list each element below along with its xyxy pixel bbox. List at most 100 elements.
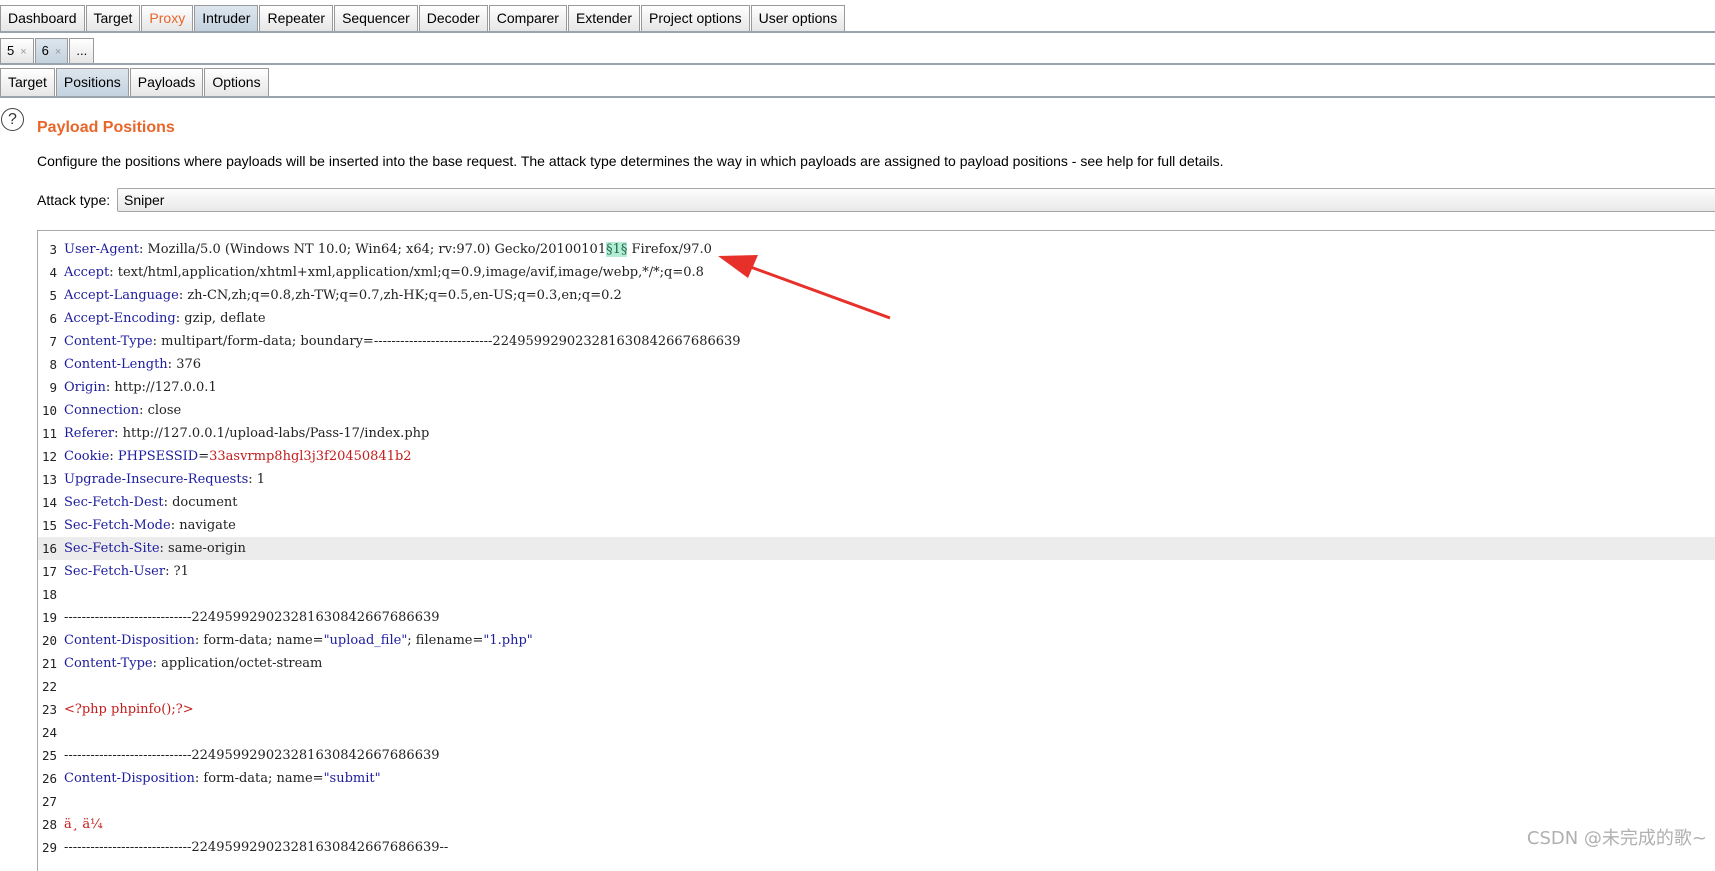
request-line: 6 Accept-Encoding: gzip, deflate (38, 307, 1715, 330)
attack-tab[interactable]: ... (69, 38, 95, 63)
line-number: 12 (41, 449, 57, 464)
header-name: Content-Type (64, 656, 153, 671)
header-separator: : (109, 449, 118, 464)
help-icon[interactable]: ? (1, 108, 24, 131)
tab-options[interactable]: Options (204, 68, 269, 96)
header-value: text/html,application/xhtml+xml,applicat… (117, 265, 704, 280)
attack-tab[interactable]: 6 × (34, 38, 69, 63)
line-number: 16 (41, 541, 57, 556)
body-content: -----------------------------22495992902… (64, 840, 449, 855)
header-value: 127.0.0.1 (104, 231, 166, 234)
request-line: 9 Origin: http://127.0.0.1 (38, 376, 1715, 399)
line-text: Sec-Fetch-Site: same-origin (64, 537, 246, 560)
header-name: Sec-Fetch-Dest (64, 495, 164, 510)
request-line: 23 <?php phpinfo();?> (38, 698, 1715, 721)
header-name: Upgrade-Insecure-Requests (64, 472, 249, 487)
line-text: Sec-Fetch-Dest: document (64, 491, 238, 514)
tab-decoder[interactable]: Decoder (418, 5, 488, 31)
line-number: 24 (41, 725, 57, 740)
header-separator: : (167, 357, 177, 372)
line-number: 23 (41, 702, 57, 717)
tab-proxy[interactable]: Proxy (141, 5, 194, 31)
tab-repeater[interactable]: Repeater (259, 5, 334, 31)
header-separator: : (163, 495, 173, 510)
tab-user-options[interactable]: User options (750, 5, 846, 31)
header-separator: : (139, 403, 148, 418)
tab-extender[interactable]: Extender (567, 5, 640, 31)
request-line: 17 Sec-Fetch-User: ?1 (38, 560, 1715, 583)
header-separator: : (152, 656, 162, 671)
line-number: 2 (38, 231, 57, 238)
header-name: Accept (64, 265, 110, 280)
attack-type-select[interactable]: Sniper (117, 188, 1715, 212)
request-line: 25 -----------------------------224959929… (38, 744, 1715, 767)
line-text: Referer: http://127.0.0.1/upload-labs/Pa… (64, 422, 429, 445)
intruder-tab-bar: Target Positions Payloads Options (0, 68, 1715, 98)
line-text: -----------------------------22495992902… (64, 744, 440, 767)
header-name: Sec-Fetch-Site (64, 541, 160, 556)
request-line: 7 Content-Type: multipart/form-data; boun… (38, 330, 1715, 353)
header-separator: : (152, 334, 162, 349)
quoted-value: "1.php" (483, 633, 533, 648)
header-name: Cookie (64, 449, 110, 464)
attack-tab-label: 5 (7, 43, 15, 58)
header-value: close (147, 403, 182, 418)
body-content: -----------------------------22495992902… (64, 748, 440, 763)
line-text: Origin: http://127.0.0.1 (64, 376, 217, 399)
header-name: Accept-Encoding (64, 311, 176, 326)
request-line: 2 Host: 127.0.0.1 (38, 231, 1715, 238)
request-line: 18 (38, 583, 1715, 606)
tab-intruder[interactable]: Intruder (194, 5, 259, 31)
line-number: 19 (41, 610, 57, 625)
tab-positions[interactable]: Positions (55, 68, 129, 96)
tab-dashboard[interactable]: Dashboard (0, 5, 85, 31)
line-number: 11 (41, 426, 57, 441)
payload-position-marker[interactable]: §1§ (606, 242, 628, 257)
header-separator: : (95, 231, 104, 234)
tab-comparer[interactable]: Comparer (488, 5, 567, 31)
line-number: 17 (41, 564, 57, 579)
attack-tab-label: 6 (41, 43, 49, 58)
body-content: ä¸ ä¼ (64, 817, 107, 832)
request-line: 29 -----------------------------224959929… (38, 836, 1715, 859)
request-line: 26 Content-Disposition: form-data; name="… (38, 767, 1715, 790)
line-number: 4 (49, 265, 57, 280)
header-value: application/octet-stream (161, 656, 323, 671)
header-name: Accept-Language (64, 288, 179, 303)
header-value: 1 (256, 472, 266, 487)
line-text: Cookie: PHPSESSID=33asvrmp8hgl3j3f204508… (64, 445, 412, 468)
header-value: navigate (179, 518, 236, 533)
header-value: 376 (176, 357, 202, 372)
line-text: Content-Type: application/octet-stream (64, 652, 322, 675)
header-name: Sec-Fetch-User (64, 564, 166, 579)
close-icon[interactable]: × (20, 46, 26, 58)
line-number: 7 (49, 334, 57, 349)
header-separator: : (175, 311, 185, 326)
attack-tab[interactable]: 5 × (0, 38, 34, 63)
header-separator: : (170, 518, 180, 533)
line-number: 6 (49, 311, 57, 326)
request-editor[interactable]: 2 Host: 127.0.0.1 3 User-Agent: Mozilla/5.0… (37, 230, 1715, 871)
line-number: 14 (41, 495, 57, 510)
line-number: 28 (41, 817, 57, 832)
tab-payloads[interactable]: Payloads (129, 68, 204, 96)
request-line: 8 Content-Length: 376 (38, 353, 1715, 376)
header-separator: : (109, 265, 118, 280)
tab-target[interactable]: Target (85, 5, 141, 31)
tab-target[interactable]: Target (0, 68, 55, 96)
tab-sequencer[interactable]: Sequencer (334, 5, 418, 31)
request-line: 3 User-Agent: Mozilla/5.0 (Windows NT 10.… (38, 238, 1715, 261)
line-number: 5 (49, 288, 57, 303)
line-text: Content-Length: 376 (64, 353, 201, 376)
close-icon[interactable]: × (55, 46, 61, 58)
line-number: 15 (41, 518, 57, 533)
request-line: 27 (38, 790, 1715, 813)
header-name: Content-Disposition (64, 771, 195, 786)
request-line: 4 Accept: text/html,application/xhtml+xml… (38, 261, 1715, 284)
line-text: Content-Type: multipart/form-data; bound… (64, 330, 741, 353)
tab-project-options[interactable]: Project options (641, 5, 750, 31)
request-line: 5 Accept-Language: zh-CN,zh;q=0.8,zh-TW;q… (38, 284, 1715, 307)
section-description: Configure the positions where payloads w… (37, 153, 1224, 169)
request-line: 10 Connection: close (38, 399, 1715, 422)
request-line: 11 Referer: http://127.0.0.1/upload-labs/… (38, 422, 1715, 445)
